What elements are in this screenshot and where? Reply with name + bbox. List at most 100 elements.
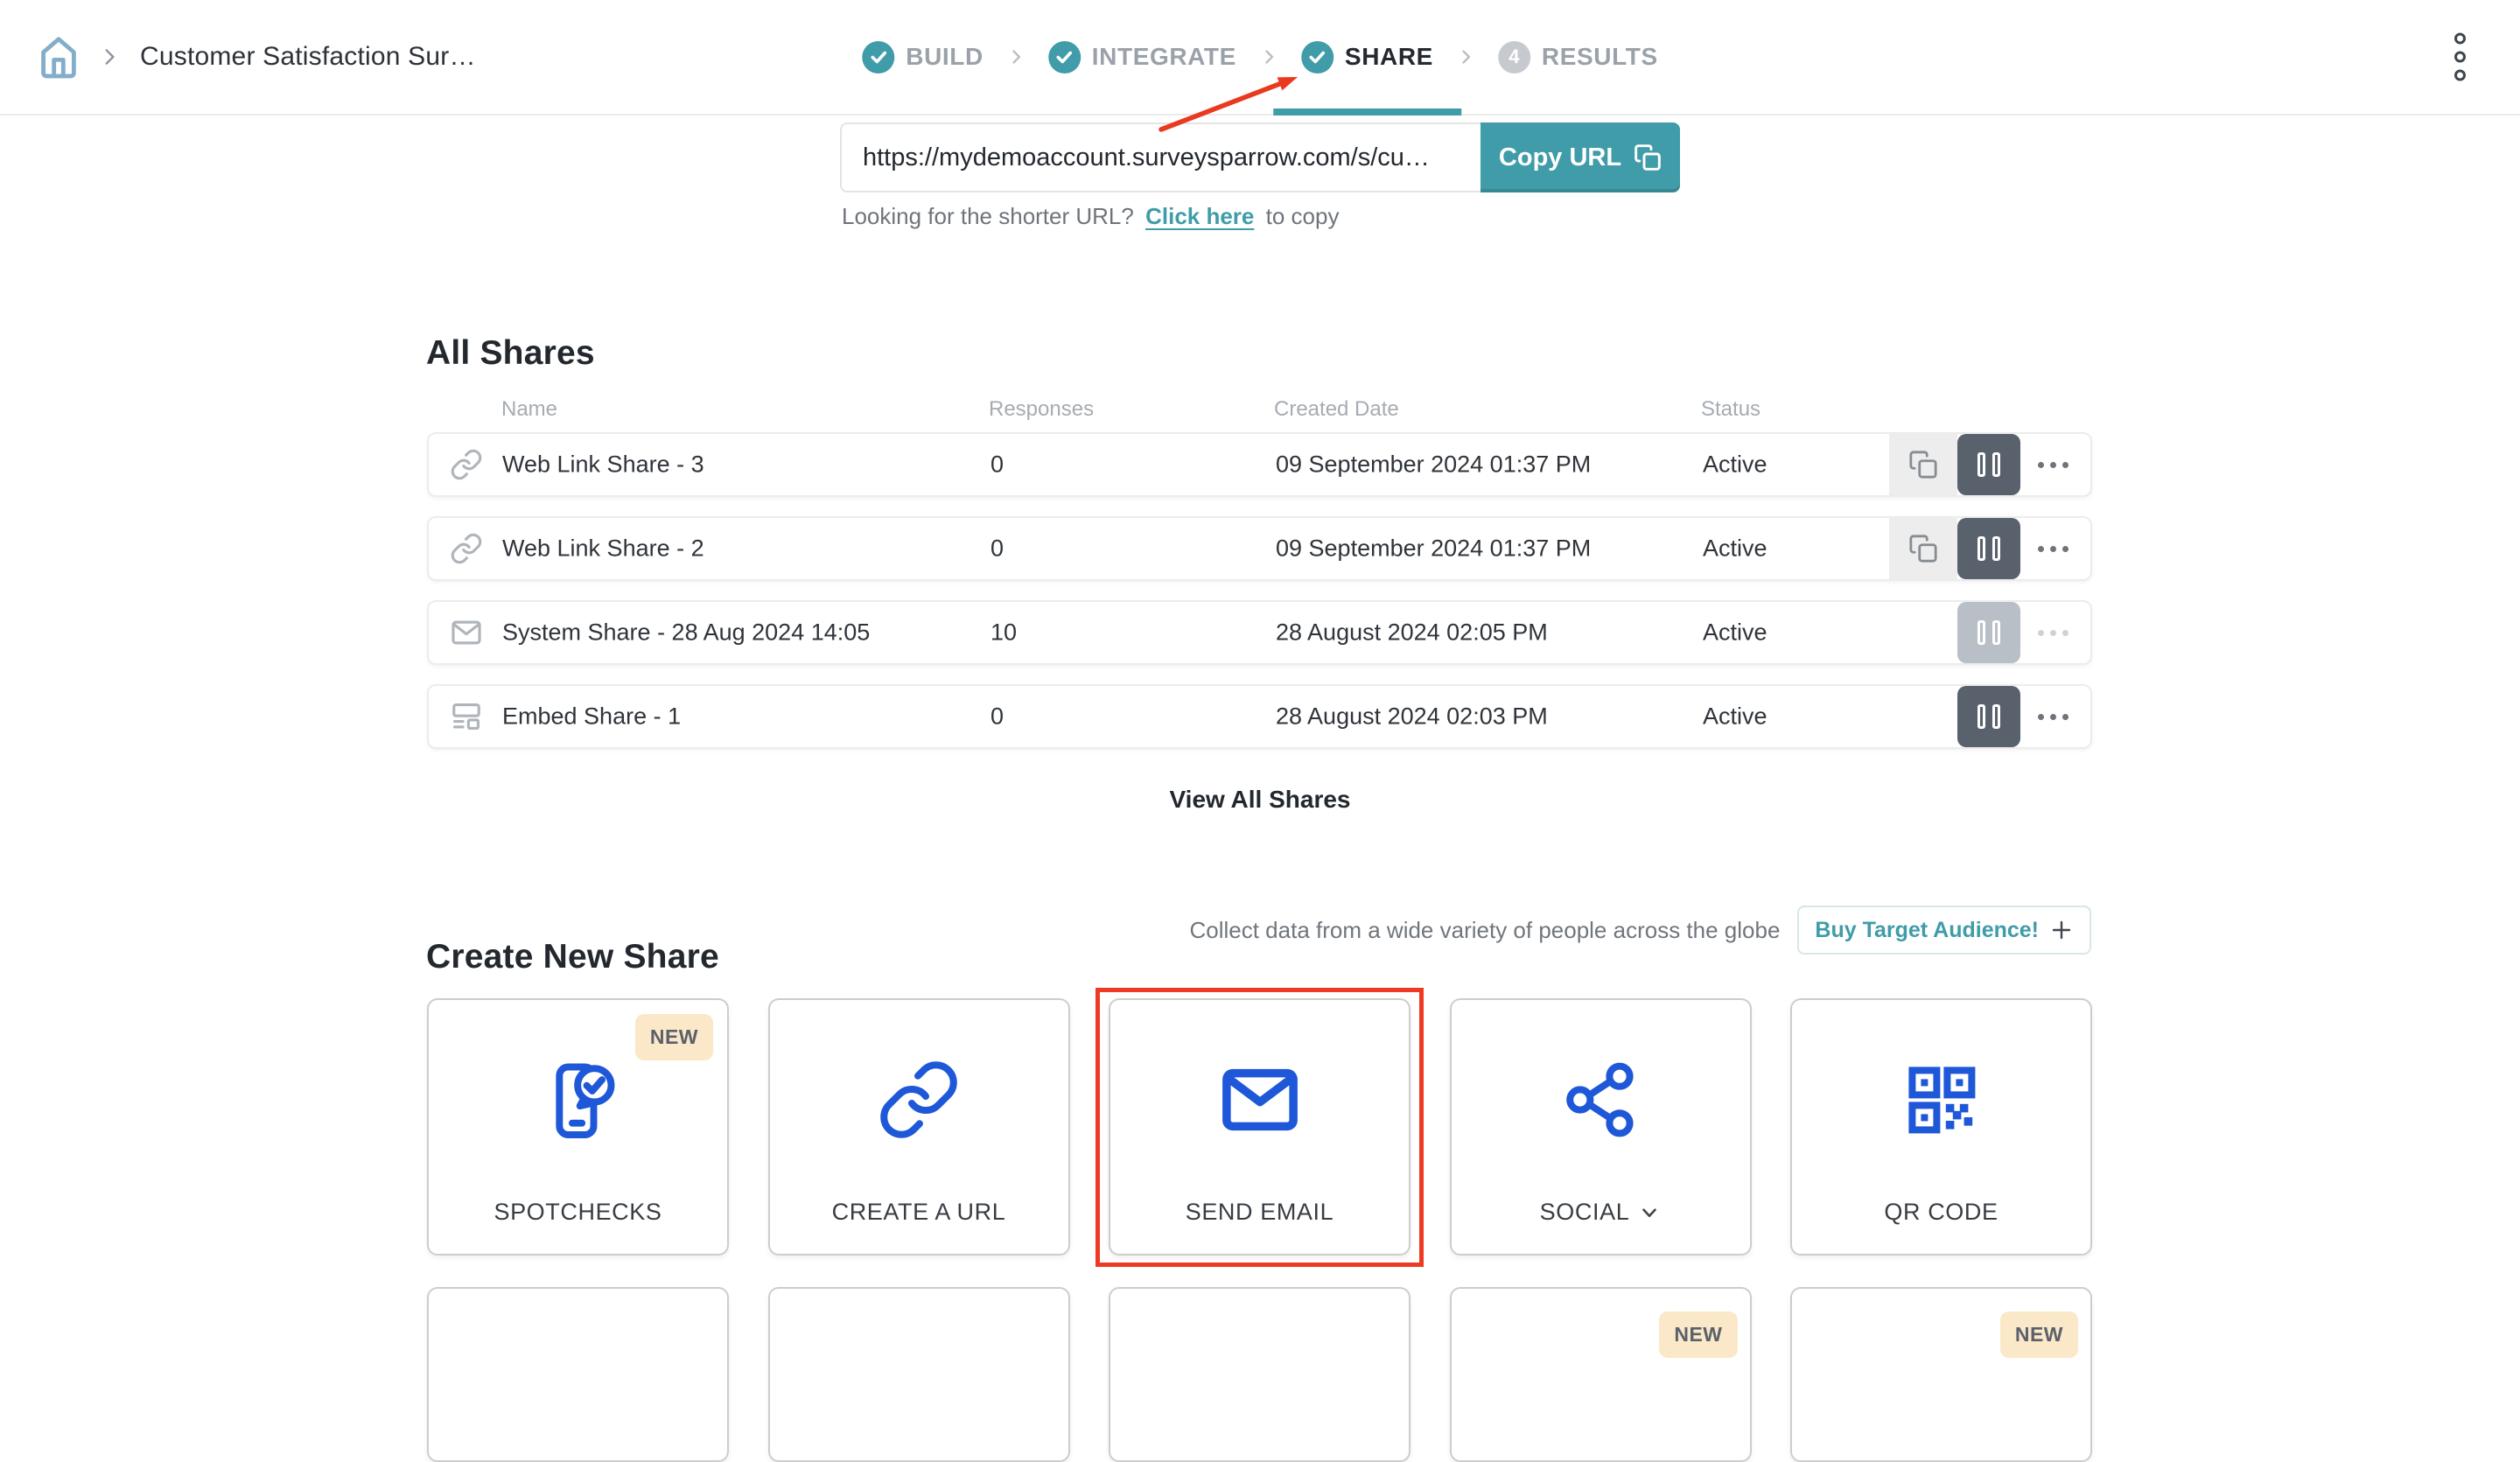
share-channel-cards-partial: NEW NEW — [427, 1287, 2092, 1462]
card-label: CREATE A URL — [832, 1199, 1006, 1226]
step-number: 4 — [1508, 45, 1519, 68]
copy-icon — [1908, 534, 1938, 563]
row-more-options-button[interactable] — [2024, 434, 2082, 495]
share-card-partial[interactable] — [1109, 1287, 1410, 1462]
card-label: SOCIAL — [1540, 1199, 1630, 1226]
send-email-card[interactable]: SEND EMAIL — [1109, 998, 1410, 1256]
copy-icon — [1634, 143, 1662, 171]
share-url-input[interactable] — [840, 122, 1480, 192]
shorter-url-prefix: Looking for the shorter URL? — [842, 203, 1134, 229]
share-channel-cards: NEW SPOTCHECKS — [427, 998, 2092, 1256]
pause-icon — [1992, 620, 2000, 645]
step-label: SHARE — [1345, 43, 1433, 71]
column-header-responses: Responses — [989, 397, 1094, 422]
share-card-partial[interactable] — [427, 1287, 729, 1462]
step-label: BUILD — [906, 43, 984, 71]
kebab-dot-icon — [2454, 70, 2466, 81]
share-status: Active — [1703, 535, 1768, 563]
share-name: Embed Share - 1 — [502, 703, 681, 731]
qr-code-card[interactable]: QR CODE — [1790, 998, 2092, 1256]
table-row: System Share - 28 Aug 2024 14:05 10 28 A… — [427, 600, 2092, 665]
pause-icon — [1992, 704, 2000, 729]
pause-icon — [1978, 452, 1985, 477]
email-share-icon — [450, 616, 483, 649]
mail-icon — [1110, 1000, 1409, 1199]
click-here-link[interactable]: Click here — [1145, 203, 1254, 229]
create-a-url-card[interactable]: CREATE A URL — [768, 998, 1070, 1256]
new-badge: NEW — [1659, 1312, 1737, 1358]
copy-share-button[interactable] — [1889, 434, 1957, 495]
pause-share-button[interactable] — [1957, 686, 2020, 747]
pause-icon — [1992, 536, 2000, 561]
step-separator-chevron-icon — [1456, 47, 1475, 66]
share-created-date: 09 September 2024 01:37 PM — [1276, 451, 1591, 479]
social-card[interactable]: SOCIAL — [1450, 998, 1752, 1256]
step-results[interactable]: 4 RESULTS — [1498, 0, 1658, 114]
share-url-bar: Copy URL — [840, 122, 1680, 192]
pause-icon — [1992, 452, 2000, 477]
share-responses: 0 — [990, 535, 1004, 563]
column-header-status: Status — [1701, 397, 1760, 422]
home-icon — [33, 31, 84, 82]
wizard-steps: BUILD INTEGRATE SHARE — [862, 0, 1657, 114]
check-circle-icon — [862, 41, 894, 73]
pause-share-button[interactable] — [1957, 518, 2020, 579]
create-share-caption: Collect data from a wide variety of peop… — [1189, 917, 1780, 944]
breadcrumb-chevron-icon — [98, 45, 121, 68]
view-all-shares-link[interactable]: View All Shares — [0, 786, 2520, 814]
row-more-options-button[interactable] — [2024, 518, 2082, 579]
home-button[interactable] — [32, 30, 86, 84]
row-more-options-button[interactable] — [2024, 602, 2082, 663]
buy-target-audience-button[interactable]: Buy Target Audience! — [1797, 906, 2091, 955]
share-responses: 0 — [990, 451, 1004, 479]
step-separator-chevron-icon — [1259, 47, 1278, 66]
share-responses: 10 — [990, 619, 1017, 647]
qr-code-icon — [1792, 1000, 2090, 1199]
share-name: Web Link Share - 3 — [502, 451, 704, 479]
table-row: Web Link Share - 3 0 09 September 2024 0… — [427, 432, 2092, 497]
buy-target-audience-label: Buy Target Audience! — [1815, 918, 2039, 943]
more-options-button[interactable] — [2449, 28, 2471, 87]
share-card-partial[interactable]: NEW — [1790, 1287, 2092, 1462]
chevron-down-icon — [1638, 1201, 1661, 1224]
spotchecks-card[interactable]: NEW SPOTCHECKS — [427, 998, 729, 1256]
share-name: Web Link Share - 2 — [502, 535, 704, 563]
card-label: SEND EMAIL — [1186, 1199, 1334, 1226]
pause-share-button-disabled[interactable] — [1957, 602, 2020, 663]
web-link-icon — [450, 532, 483, 565]
step-number-circle: 4 — [1498, 41, 1530, 73]
plus-icon — [2049, 918, 2074, 942]
survey-title: Customer Satisfaction Sur… — [140, 42, 476, 72]
share-card-partial[interactable] — [768, 1287, 1070, 1462]
shorter-url-caption: Looking for the shorter URL? Click here … — [842, 203, 1339, 230]
row-more-options-button[interactable] — [2024, 686, 2082, 747]
pause-icon — [1978, 704, 1985, 729]
share-responses: 0 — [990, 703, 1004, 731]
web-link-icon — [450, 448, 483, 481]
top-navigation-bar: Customer Satisfaction Sur… BUILD INTEGRA… — [0, 0, 2520, 115]
step-integrate[interactable]: INTEGRATE — [1048, 0, 1236, 114]
share-created-date: 09 September 2024 01:37 PM — [1276, 535, 1591, 563]
pause-icon — [1978, 536, 1985, 561]
pause-icon — [1978, 620, 1985, 645]
step-build[interactable]: BUILD — [862, 0, 984, 114]
step-share[interactable]: SHARE — [1301, 0, 1433, 114]
step-label: INTEGRATE — [1092, 43, 1236, 71]
share-nodes-icon — [1452, 1000, 1750, 1199]
column-header-name: Name — [501, 397, 557, 422]
copy-share-button[interactable] — [1889, 518, 1957, 579]
share-created-date: 28 August 2024 02:03 PM — [1276, 703, 1548, 731]
shorter-url-suffix: to copy — [1266, 203, 1340, 229]
step-label: RESULTS — [1542, 43, 1658, 71]
share-card-partial[interactable]: NEW — [1450, 1287, 1752, 1462]
check-circle-icon — [1301, 41, 1334, 73]
share-status: Active — [1703, 451, 1768, 479]
card-label: SPOTCHECKS — [494, 1199, 662, 1226]
column-header-created-date: Created Date — [1274, 397, 1399, 422]
share-created-date: 28 August 2024 02:05 PM — [1276, 619, 1548, 647]
table-row: Embed Share - 1 0 28 August 2024 02:03 P… — [427, 684, 2092, 749]
copy-url-button[interactable]: Copy URL — [1480, 122, 1680, 192]
step-separator-chevron-icon — [1006, 47, 1026, 66]
pause-share-button[interactable] — [1957, 434, 2020, 495]
copy-icon — [1908, 450, 1938, 479]
